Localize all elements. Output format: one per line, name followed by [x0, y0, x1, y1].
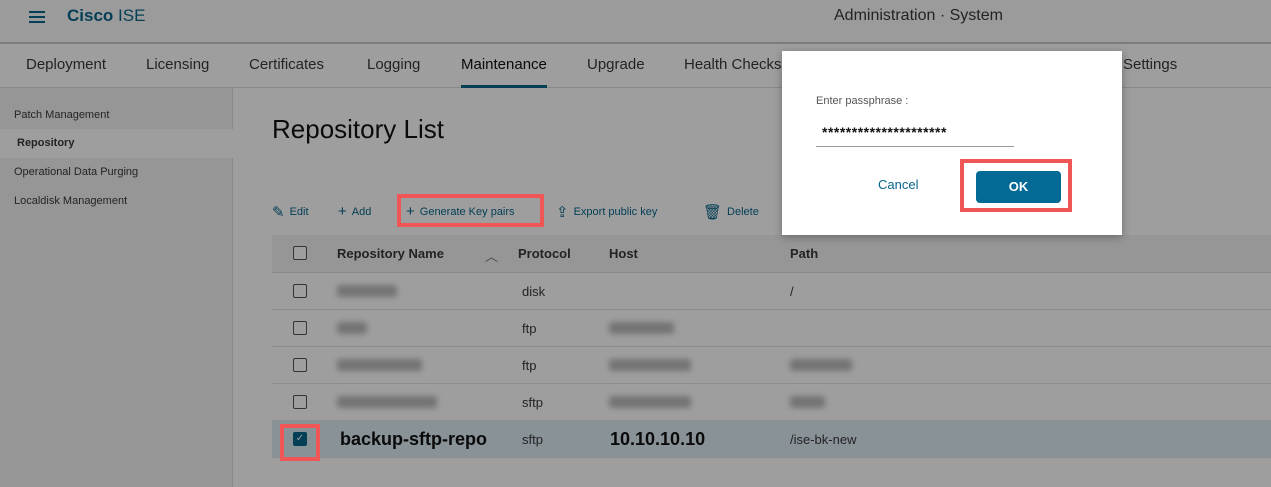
highlight-generate-key-pairs: [397, 194, 544, 227]
cancel-button[interactable]: Cancel: [878, 177, 918, 192]
highlight-selected-checkbox: [280, 424, 320, 461]
passphrase-input[interactable]: [816, 117, 1014, 147]
passphrase-label: Enter passphrase :: [816, 95, 909, 107]
highlight-ok-button: [960, 159, 1072, 212]
